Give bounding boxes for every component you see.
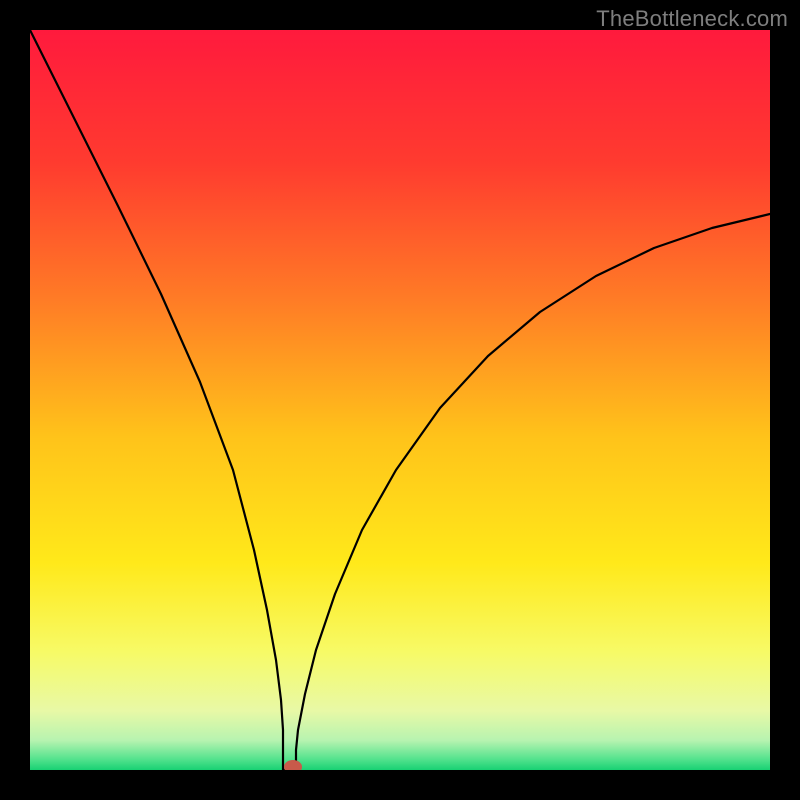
curve-layer [30,30,770,770]
bottleneck-curve [30,30,770,770]
optimal-point-marker [284,760,302,770]
plot-area [30,30,770,770]
attribution-text: TheBottleneck.com [596,6,788,32]
chart-frame: TheBottleneck.com [0,0,800,800]
